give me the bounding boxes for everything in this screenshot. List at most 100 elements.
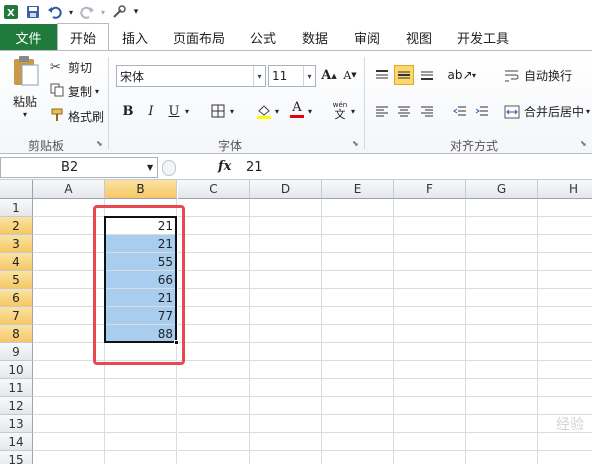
cell-e15[interactable] — [322, 451, 394, 464]
cell-a13[interactable] — [33, 415, 105, 433]
cell-d4[interactable] — [250, 253, 322, 271]
font-name-select[interactable]: 宋体 ▾ — [116, 65, 266, 87]
cell-h7[interactable] — [538, 307, 592, 325]
row-header-15[interactable]: 15 — [0, 451, 33, 464]
format-painter-button[interactable]: 格式刷 — [50, 108, 104, 125]
column-header-b[interactable]: B — [105, 180, 177, 199]
cell-c2[interactable] — [178, 217, 250, 235]
column-header-c[interactable]: C — [178, 180, 250, 199]
cell-g8[interactable] — [466, 325, 538, 343]
cell-b7[interactable]: 77 — [105, 307, 177, 325]
cell-e10[interactable] — [322, 361, 394, 379]
save-icon[interactable] — [22, 2, 44, 22]
shrink-font-icon[interactable]: A ▼ — [340, 65, 360, 85]
cell-h15[interactable] — [538, 451, 592, 464]
orientation-dropdown-icon[interactable]: ▾ — [472, 71, 476, 80]
cell-g6[interactable] — [466, 289, 538, 307]
select-all-corner[interactable] — [0, 180, 33, 199]
cell-e6[interactable] — [322, 289, 394, 307]
cell-e7[interactable] — [322, 307, 394, 325]
cell-b4[interactable]: 55 — [105, 253, 177, 271]
font-launcher-icon[interactable]: ⬊ — [352, 139, 359, 148]
cell-d7[interactable] — [250, 307, 322, 325]
border-icon[interactable] — [208, 101, 228, 121]
cell-e4[interactable] — [322, 253, 394, 271]
cell-f3[interactable] — [394, 235, 466, 253]
orientation-icon[interactable]: ab↗ — [447, 65, 472, 85]
redo-dropdown-icon[interactable]: ▾ — [98, 2, 108, 22]
cell-f13[interactable] — [394, 415, 466, 433]
alignment-launcher-icon[interactable]: ⬊ — [580, 139, 587, 148]
fill-handle[interactable] — [174, 340, 179, 345]
cell-a9[interactable] — [33, 343, 105, 361]
cell-c14[interactable] — [178, 433, 250, 451]
cell-b13[interactable] — [105, 415, 177, 433]
cell-c13[interactable] — [178, 415, 250, 433]
cell-e11[interactable] — [322, 379, 394, 397]
row-header-7[interactable]: 7 — [0, 307, 33, 325]
cell-c12[interactable] — [178, 397, 250, 415]
qat-menu-icon[interactable]: ▾ — [130, 2, 142, 22]
cell-d13[interactable] — [250, 415, 322, 433]
cell-c11[interactable] — [178, 379, 250, 397]
cell-e3[interactable] — [322, 235, 394, 253]
row-header-2[interactable]: 2 — [0, 217, 33, 235]
cell-g1[interactable] — [466, 199, 538, 217]
cell-h3[interactable] — [538, 235, 592, 253]
cell-d12[interactable] — [250, 397, 322, 415]
column-header-f[interactable]: F — [394, 180, 466, 199]
cell-f14[interactable] — [394, 433, 466, 451]
paste-button[interactable]: 粘贴 ▾ — [6, 55, 44, 131]
cell-b1[interactable] — [105, 199, 177, 217]
cell-f1[interactable] — [394, 199, 466, 217]
align-right-icon[interactable] — [417, 101, 437, 121]
tab-developer[interactable]: 开发工具 — [445, 24, 521, 50]
tab-page-layout[interactable]: 页面布局 — [161, 24, 237, 50]
cell-c6[interactable] — [178, 289, 250, 307]
cell-h5[interactable] — [538, 271, 592, 289]
cell-c4[interactable] — [178, 253, 250, 271]
cell-g10[interactable] — [466, 361, 538, 379]
cell-a15[interactable] — [33, 451, 105, 464]
row-header-13[interactable]: 13 — [0, 415, 33, 433]
cell-a8[interactable] — [33, 325, 105, 343]
tab-data[interactable]: 数据 — [289, 24, 341, 50]
cell-f6[interactable] — [394, 289, 466, 307]
align-left-icon[interactable] — [372, 101, 392, 121]
bold-button[interactable]: B — [118, 101, 138, 121]
cell-a10[interactable] — [33, 361, 105, 379]
cell-b2[interactable]: 21 — [105, 217, 177, 235]
cell-h8[interactable] — [538, 325, 592, 343]
cell-f8[interactable] — [394, 325, 466, 343]
cell-e1[interactable] — [322, 199, 394, 217]
tab-insert[interactable]: 插入 — [109, 24, 161, 50]
font-color-icon[interactable]: A — [287, 99, 307, 119]
row-header-10[interactable]: 10 — [0, 361, 33, 379]
fill-color-dropdown-icon[interactable]: ▾ — [275, 107, 279, 116]
row-header-14[interactable]: 14 — [0, 433, 33, 451]
wrap-text-button[interactable]: 自动换行 — [504, 67, 572, 84]
customize-icon[interactable] — [108, 2, 130, 22]
cell-e5[interactable] — [322, 271, 394, 289]
cell-b5[interactable]: 66 — [105, 271, 177, 289]
row-header-1[interactable]: 1 — [0, 199, 33, 217]
cell-e9[interactable] — [322, 343, 394, 361]
tab-review[interactable]: 审阅 — [341, 24, 393, 50]
tab-file[interactable]: 文件 — [0, 24, 57, 50]
cell-d15[interactable] — [250, 451, 322, 464]
cell-d14[interactable] — [250, 433, 322, 451]
row-header-5[interactable]: 5 — [0, 271, 33, 289]
cell-b15[interactable] — [105, 451, 177, 464]
redo-icon[interactable] — [76, 2, 98, 22]
cell-g5[interactable] — [466, 271, 538, 289]
cell-g13[interactable] — [466, 415, 538, 433]
cell-g4[interactable] — [466, 253, 538, 271]
cell-h12[interactable] — [538, 397, 592, 415]
tab-home[interactable]: 开始 — [57, 23, 109, 50]
cell-h14[interactable] — [538, 433, 592, 451]
tab-view[interactable]: 视图 — [393, 24, 445, 50]
cell-e8[interactable] — [322, 325, 394, 343]
cell-c8[interactable] — [178, 325, 250, 343]
grow-font-icon[interactable]: A ▲ — [319, 65, 339, 85]
cell-c5[interactable] — [178, 271, 250, 289]
